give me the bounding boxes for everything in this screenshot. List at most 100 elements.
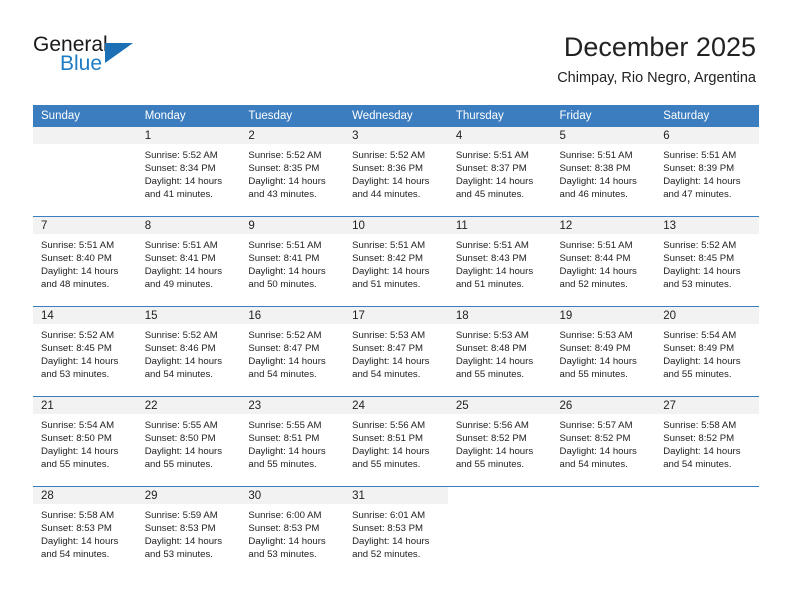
- sunset-text: Sunset: 8:49 PM: [559, 343, 631, 355]
- day-number: 11: [447, 217, 552, 234]
- sunrise-text: Sunrise: 5:51 AM: [248, 240, 322, 251]
- calendar-week-row: 28 Sunrise: 5:58 AM Sunset: 8:53 PM Dayligh…: [33, 486, 759, 576]
- logo[interactable]: General Blue: [33, 33, 213, 83]
- sunrise-text: Sunrise: 5:51 AM: [455, 150, 529, 161]
- sunrise-text: Sunrise: 5:53 AM: [352, 330, 426, 341]
- daylight-text-line1: Daylight: 14 hours: [248, 266, 326, 278]
- daylight-text-line2: and 54 minutes.: [248, 369, 317, 381]
- calendar-cell-inner: 15 Sunrise: 5:52 AM Sunset: 8:46 PM Dayligh…: [136, 307, 241, 396]
- daylight-text-line1: Daylight: 14 hours: [248, 446, 326, 458]
- daylight-text-line2: and 46 minutes.: [559, 189, 628, 201]
- day-number: 15: [136, 307, 241, 324]
- day-details: Sunrise: 5:56 AM Sunset: 8:51 PM Daylight:…: [344, 414, 448, 471]
- day-details: Sunrise: 5:58 AM Sunset: 8:53 PM Daylight:…: [33, 504, 137, 561]
- daylight-text-line2: and 55 minutes.: [663, 369, 732, 381]
- calendar-cell-inner: 10 Sunrise: 5:51 AM Sunset: 8:42 PM Dayligh…: [344, 217, 448, 306]
- day-details: Sunrise: 5:53 AM Sunset: 8:48 PM Daylight:…: [448, 324, 552, 381]
- sunrise-text: Sunrise: 5:51 AM: [144, 240, 218, 251]
- day-number: 23: [240, 397, 345, 414]
- calendar-day-cell[interactable]: 13 Sunrise: 5:52 AM Sunset: 8:45 PM Dayligh…: [655, 216, 759, 307]
- calendar-cell-inner: 22 Sunrise: 5:55 AM Sunset: 8:50 PM Dayligh…: [136, 397, 241, 486]
- day-number: 24: [344, 397, 448, 414]
- calendar-cell-inner: 2 Sunrise: 5:52 AM Sunset: 8:35 PM Daylight…: [240, 127, 345, 216]
- day-number: 2: [240, 127, 345, 144]
- sunrise-text: Sunrise: 5:51 AM: [559, 240, 633, 251]
- calendar-day-cell[interactable]: 1 Sunrise: 5:52 AM Sunset: 8:34 PM Daylight…: [136, 127, 241, 217]
- calendar-day-cell[interactable]: 25 Sunrise: 5:56 AM Sunset: 8:52 PM Dayligh…: [447, 396, 552, 487]
- calendar-day-cell[interactable]: 6 Sunrise: 5:51 AM Sunset: 8:39 PM Daylight…: [655, 127, 759, 217]
- calendar-day-cell[interactable]: 28 Sunrise: 5:58 AM Sunset: 8:53 PM Dayligh…: [33, 486, 137, 576]
- daylight-text-line1: Daylight: 14 hours: [663, 266, 741, 278]
- day-number: [447, 487, 552, 504]
- calendar-day-cell[interactable]: 9 Sunrise: 5:51 AM Sunset: 8:41 PM Daylight…: [240, 216, 345, 307]
- daylight-text-line1: Daylight: 14 hours: [41, 356, 119, 368]
- calendar-day-cell[interactable]: 20 Sunrise: 5:54 AM Sunset: 8:49 PM Dayligh…: [655, 306, 759, 397]
- calendar-day-cell[interactable]: 26 Sunrise: 5:57 AM Sunset: 8:52 PM Dayligh…: [551, 396, 656, 487]
- sunrise-text: Sunrise: 5:52 AM: [41, 330, 115, 341]
- calendar-cell-inner: 13 Sunrise: 5:52 AM Sunset: 8:45 PM Dayligh…: [655, 217, 759, 306]
- day-number: 22: [136, 397, 241, 414]
- calendar-header-row: Sunday Monday Tuesday Wednesday Thursday…: [33, 105, 759, 127]
- calendar-cell-inner: [655, 487, 759, 576]
- daylight-text-line2: and 55 minutes.: [455, 459, 525, 471]
- calendar-day-cell[interactable]: 19 Sunrise: 5:53 AM Sunset: 8:49 PM Dayligh…: [551, 306, 656, 397]
- location-subtitle: Chimpay, Rio Negro, Argentina: [557, 70, 756, 86]
- day-details: Sunrise: 5:51 AM Sunset: 8:38 PM Daylight:…: [552, 144, 656, 201]
- calendar-cell-empty: [33, 127, 137, 217]
- calendar-day-cell[interactable]: 18 Sunrise: 5:53 AM Sunset: 8:48 PM Dayligh…: [447, 306, 552, 397]
- day-number: 19: [551, 307, 656, 324]
- day-number: 25: [447, 397, 552, 414]
- sunset-text: Sunset: 8:47 PM: [352, 343, 424, 355]
- sunrise-text: Sunrise: 5:53 AM: [559, 330, 633, 341]
- daylight-text-line2: and 55 minutes.: [352, 459, 421, 471]
- daylight-text-line1: Daylight: 14 hours: [559, 446, 637, 458]
- calendar-day-cell[interactable]: 17 Sunrise: 5:53 AM Sunset: 8:47 PM Dayligh…: [344, 306, 448, 397]
- sunset-text: Sunset: 8:53 PM: [352, 523, 424, 535]
- calendar-day-cell[interactable]: 8 Sunrise: 5:51 AM Sunset: 8:41 PM Daylight…: [136, 216, 241, 307]
- calendar-day-cell[interactable]: 15 Sunrise: 5:52 AM Sunset: 8:46 PM Dayligh…: [136, 306, 241, 397]
- daylight-text-line1: Daylight: 14 hours: [663, 176, 741, 188]
- calendar-day-cell[interactable]: 5 Sunrise: 5:51 AM Sunset: 8:38 PM Daylight…: [551, 127, 656, 217]
- daylight-text-line1: Daylight: 14 hours: [663, 356, 741, 368]
- calendar-day-cell[interactable]: 4 Sunrise: 5:51 AM Sunset: 8:37 PM Daylight…: [447, 127, 552, 217]
- sunset-text: Sunset: 8:42 PM: [352, 253, 424, 265]
- calendar-cell-inner: 26 Sunrise: 5:57 AM Sunset: 8:52 PM Dayligh…: [551, 397, 656, 486]
- sunset-text: Sunset: 8:37 PM: [455, 163, 527, 175]
- daylight-text-line1: Daylight: 14 hours: [455, 176, 534, 188]
- calendar-day-cell[interactable]: 22 Sunrise: 5:55 AM Sunset: 8:50 PM Dayligh…: [136, 396, 241, 487]
- day-details: Sunrise: 5:55 AM Sunset: 8:50 PM Daylight:…: [137, 414, 241, 471]
- calendar-day-cell[interactable]: 16 Sunrise: 5:52 AM Sunset: 8:47 PM Dayligh…: [240, 306, 345, 397]
- daylight-text-line1: Daylight: 14 hours: [41, 446, 119, 458]
- calendar-day-cell[interactable]: 10 Sunrise: 5:51 AM Sunset: 8:42 PM Dayligh…: [344, 216, 448, 307]
- daylight-text-line1: Daylight: 14 hours: [352, 356, 430, 368]
- calendar-day-cell[interactable]: 3 Sunrise: 5:52 AM Sunset: 8:36 PM Daylight…: [344, 127, 448, 217]
- calendar-cell-inner: [447, 487, 552, 576]
- day-number: 30: [240, 487, 345, 504]
- calendar-day-cell[interactable]: 2 Sunrise: 5:52 AM Sunset: 8:35 PM Daylight…: [240, 127, 345, 217]
- calendar-day-cell[interactable]: 31 Sunrise: 6:01 AM Sunset: 8:53 PM Dayligh…: [344, 486, 448, 576]
- calendar-day-cell[interactable]: 27 Sunrise: 5:58 AM Sunset: 8:52 PM Dayligh…: [655, 396, 759, 487]
- calendar-day-cell[interactable]: 12 Sunrise: 5:51 AM Sunset: 8:44 PM Dayligh…: [551, 216, 656, 307]
- day-details: Sunrise: 5:51 AM Sunset: 8:40 PM Daylight:…: [33, 234, 137, 291]
- weekday-header-tuesday: Tuesday: [240, 105, 345, 127]
- sunset-text: Sunset: 8:51 PM: [248, 433, 320, 445]
- day-number: 14: [33, 307, 137, 324]
- sunrise-text: Sunrise: 5:52 AM: [248, 150, 322, 161]
- sunset-text: Sunset: 8:43 PM: [455, 253, 527, 265]
- sunrise-text: Sunrise: 5:51 AM: [559, 150, 633, 161]
- calendar-day-cell[interactable]: 30 Sunrise: 6:00 AM Sunset: 8:53 PM Dayligh…: [240, 486, 345, 576]
- calendar-day-cell[interactable]: 14 Sunrise: 5:52 AM Sunset: 8:45 PM Dayligh…: [33, 306, 137, 397]
- daylight-text-line2: and 41 minutes.: [144, 189, 213, 201]
- day-details: Sunrise: 5:51 AM Sunset: 8:43 PM Daylight:…: [448, 234, 552, 291]
- daylight-text-line1: Daylight: 14 hours: [352, 266, 430, 278]
- calendar-day-cell[interactable]: 24 Sunrise: 5:56 AM Sunset: 8:51 PM Dayligh…: [344, 396, 448, 487]
- daylight-text-line1: Daylight: 14 hours: [41, 266, 119, 278]
- daylight-text-line1: Daylight: 14 hours: [144, 356, 223, 368]
- calendar-day-cell[interactable]: 11 Sunrise: 5:51 AM Sunset: 8:43 PM Dayligh…: [447, 216, 552, 307]
- calendar-day-cell[interactable]: 23 Sunrise: 5:55 AM Sunset: 8:51 PM Dayligh…: [240, 396, 345, 487]
- sunset-text: Sunset: 8:36 PM: [352, 163, 424, 175]
- calendar-week-row: 7 Sunrise: 5:51 AM Sunset: 8:40 PM Daylight…: [33, 216, 759, 307]
- calendar-day-cell[interactable]: 21 Sunrise: 5:54 AM Sunset: 8:50 PM Dayligh…: [33, 396, 137, 487]
- calendar-day-cell[interactable]: 29 Sunrise: 5:59 AM Sunset: 8:53 PM Dayligh…: [136, 486, 241, 576]
- calendar-day-cell[interactable]: 7 Sunrise: 5:51 AM Sunset: 8:40 PM Daylight…: [33, 216, 137, 307]
